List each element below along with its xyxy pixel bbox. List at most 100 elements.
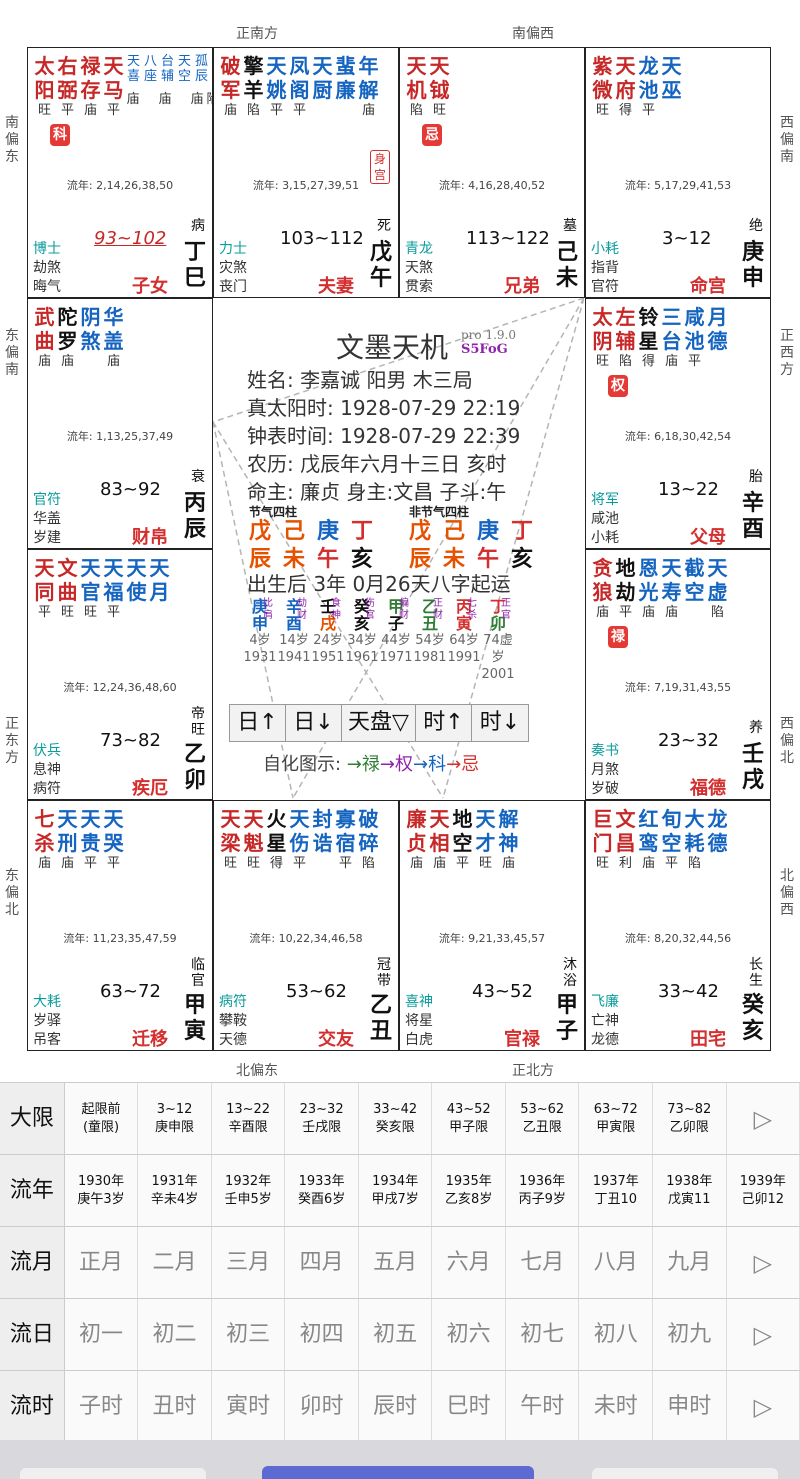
pillar-char: 己 <box>442 519 465 544</box>
nav-button-4[interactable]: 时↓ <box>471 705 528 741</box>
palace-wu[interactable]: 破军庙擎羊陷天姚平凤阁平天厨 蜚廉 年解庙身宫 流年: 3,15,27,39,51 力士… <box>213 47 399 298</box>
decade-range: 113~122 <box>466 228 550 249</box>
next-arrow[interactable]: ▷ <box>726 1371 800 1442</box>
selector-cell-text: 四月 <box>299 1249 344 1275</box>
selector-cell-text: 壬戌限 <box>302 1119 342 1135</box>
selector-cell[interactable]: 四月 <box>285 1227 359 1298</box>
selector-cell[interactable]: 初九 <box>653 1299 727 1370</box>
selector-cell[interactable]: 13~22 辛酉限 <box>211 1083 286 1154</box>
selector-cell[interactable]: 23~32 壬戌限 <box>285 1083 359 1154</box>
dayun-item[interactable]: 庚申比肩 4岁 1931 <box>243 598 277 683</box>
selector-cell[interactable]: 六月 <box>432 1227 506 1298</box>
selector-cell[interactable]: 初七 <box>505 1299 580 1370</box>
selector-cell[interactable]: 正月 <box>64 1227 139 1298</box>
next-arrow[interactable]: ▷ <box>726 1227 800 1298</box>
star-name: 紫微 <box>592 54 613 102</box>
selector-cell[interactable]: 子时 <box>64 1371 139 1442</box>
selector-cell[interactable]: 午时 <box>505 1371 580 1442</box>
selector-cell[interactable]: 初一 <box>64 1299 139 1370</box>
palace-si[interactable]: 太阳旺右弼平禄存庙天马平天喜八座台辅天空孤辰劫煞庙庙庙陷科流年: 2,14,26… <box>27 47 213 298</box>
dayun-item[interactable]: 癸亥伤官 34岁 1961 <box>345 598 379 683</box>
selector-cell[interactable]: 73~82 乙卯限 <box>653 1083 727 1154</box>
selector-cell[interactable]: 3~12 庚申限 <box>138 1083 212 1154</box>
selector-cell[interactable]: 1932年 壬申5岁 <box>211 1155 286 1226</box>
palace-you[interactable]: 太阴旺左辅陷铃星得三台庙咸池平月德权流年: 6,18,30,42,54 将军 咸池小… <box>585 298 771 549</box>
life-stage: 冠带 <box>377 957 391 989</box>
selector-cell[interactable]: 1931年 辛未4岁 <box>138 1155 212 1226</box>
selector-cell[interactable]: 53~62 乙丑限 <box>505 1083 580 1154</box>
selector-row-head: 流时 <box>0 1371 65 1442</box>
selector-cell[interactable]: 1935年 乙亥8岁 <box>432 1155 506 1226</box>
selector-cell-text: 3~12 <box>156 1101 193 1117</box>
spirit-3: 官符 <box>591 279 619 295</box>
selector-cell[interactable]: 寅时 <box>211 1371 286 1442</box>
nav-button-2[interactable]: 天盘▽ <box>342 705 416 741</box>
star-brightness: 平 <box>641 103 655 118</box>
selector-cell[interactable]: 1936年 丙子9岁 <box>505 1155 580 1226</box>
dayun-item[interactable]: 乙丑正财 54岁 1981 <box>413 598 447 683</box>
next-arrow[interactable]: ▷ <box>726 1299 800 1370</box>
selector-cell[interactable]: 1933年 癸酉6岁 <box>285 1155 359 1226</box>
palace-zi[interactable]: 廉贞庙天相庙地空平天才旺解神庙流年: 9,21,33,45,57 喜神 将星 白虎 43… <box>399 800 585 1051</box>
star-name: 月德 <box>707 305 728 353</box>
selector-cell[interactable]: 初三 <box>211 1299 286 1370</box>
dayun-item[interactable]: 壬戌食神 24岁 1951 <box>311 598 345 683</box>
selector-cell[interactable]: 九月 <box>653 1227 727 1298</box>
dayun-item[interactable]: 辛酉劫财 14岁 1941 <box>277 598 311 683</box>
star: 旬空平 <box>660 807 683 872</box>
next-arrow[interactable]: ▷ <box>726 1083 800 1154</box>
selector-cell[interactable]: 33~42 癸亥限 <box>358 1083 433 1154</box>
palace-chou[interactable]: 天梁旺天魁旺火星得天伤平封诰 寡宿平破碎陷流年: 10,22,34,46,58 病符… <box>213 800 399 1051</box>
selector-cell[interactable]: 63~72 甲寅限 <box>579 1083 654 1154</box>
star-brightness: 平 <box>292 103 306 118</box>
selector-cell[interactable]: 申时 <box>653 1371 727 1442</box>
tab-right[interactable] <box>592 1468 778 1479</box>
star-list: 紫微旺天府得龙池平天巫 <box>591 54 683 119</box>
selector-cell[interactable]: 43~52 甲子限 <box>432 1083 506 1154</box>
dayun-item[interactable]: 丁卯正官 74虚岁 2001 <box>481 598 515 683</box>
selector-cell[interactable]: 二月 <box>138 1227 212 1298</box>
selector-cell[interactable]: 三月 <box>211 1227 286 1298</box>
palace-xu[interactable]: 贪狼庙地劫平恩光庙天寿庙截空 天虚陷禄流年: 7,19,31,43,55 奏书 月煞岁… <box>585 549 771 800</box>
selector-cell[interactable]: 初五 <box>358 1299 433 1370</box>
nav-button-1[interactable]: 日↓ <box>286 705 342 741</box>
selector-cell[interactable]: 辰时 <box>358 1371 433 1442</box>
dayun-god: 正官 <box>501 598 511 621</box>
tab-left[interactable] <box>20 1468 206 1479</box>
selector-cell[interactable]: 初四 <box>285 1299 359 1370</box>
palace-mao[interactable]: 天同平文曲旺天官旺天福平天使 天月 流年: 12,24,36,48,60 伏兵 息神 病符… <box>27 549 213 800</box>
selector-cell[interactable]: 五月 <box>358 1227 433 1298</box>
palace-ganzhi: 壬戌 <box>741 742 764 793</box>
decade-range: 13~22 <box>658 479 719 500</box>
selector-cell[interactable]: 未时 <box>579 1371 654 1442</box>
selector-cell[interactable]: 初六 <box>432 1299 506 1370</box>
palace-wei[interactable]: 天机陷天钺旺忌流年: 4,16,28,40,52 青龙 天煞 贯索 113~122 墓兄弟… <box>399 47 585 298</box>
selector-cell[interactable]: 巳时 <box>432 1371 506 1442</box>
selector-cell[interactable]: 1938年 戊寅11 <box>653 1155 727 1226</box>
selector-cell[interactable]: 卯时 <box>285 1371 359 1442</box>
nav-button-3[interactable]: 时↑ <box>415 705 472 741</box>
selector-cell[interactable]: 丑时 <box>138 1371 212 1442</box>
palace-chen[interactable]: 武曲庙陀罗庙阴煞 华盖庙流年: 1,13,25,37,49 官符 华盖 岁建 83~92 衰… <box>27 298 213 549</box>
selector-cell[interactable]: 1934年 甲戌7岁 <box>358 1155 433 1226</box>
tab-active[interactable] <box>262 1466 534 1479</box>
dayun-item[interactable]: 甲子偏财 44岁 1971 <box>379 598 413 683</box>
selector-cell[interactable]: 初二 <box>138 1299 212 1370</box>
nav-button-0[interactable]: 日↑ <box>230 705 286 741</box>
selector-cell[interactable]: 七月 <box>505 1227 580 1298</box>
selector-cell[interactable]: 初八 <box>579 1299 654 1370</box>
selector-cell[interactable]: 1939年 己卯12 <box>726 1155 800 1226</box>
pillar-column: 丁亥 <box>345 518 379 574</box>
spirit-3: 白虎 <box>405 1032 433 1048</box>
selector-cell[interactable]: 起限前 (童限) <box>64 1083 139 1154</box>
palace-shen[interactable]: 紫微旺天府得龙池平天巫 流年: 5,17,29,41,53 小耗 指背 官符 3~12 绝命… <box>585 47 771 298</box>
selector-cell[interactable]: 八月 <box>579 1227 654 1298</box>
selector-cell[interactable]: 1930年 庚午3岁 <box>64 1155 139 1226</box>
dayun-item[interactable]: 丙寅七杀 64岁 1991 <box>447 598 481 683</box>
palace-hai[interactable]: 巨门旺文昌利红鸾庙旬空平大耗陷龙德 流年: 8,20,32,44,56 飞廉 亡神 龙德… <box>585 800 771 1051</box>
palace-yin[interactable]: 七杀庙天刑庙天贵平天哭平流年: 11,23,35,47,59 大耗 岁驿 吊客 63~7… <box>27 800 213 1051</box>
dayun-year: 1951 <box>311 650 345 665</box>
selector-cell-text: 五月 <box>373 1249 418 1275</box>
palace-ganzhi: 庚申 <box>741 240 764 291</box>
selector-cell[interactable]: 1937年 丁丑10 <box>579 1155 654 1226</box>
